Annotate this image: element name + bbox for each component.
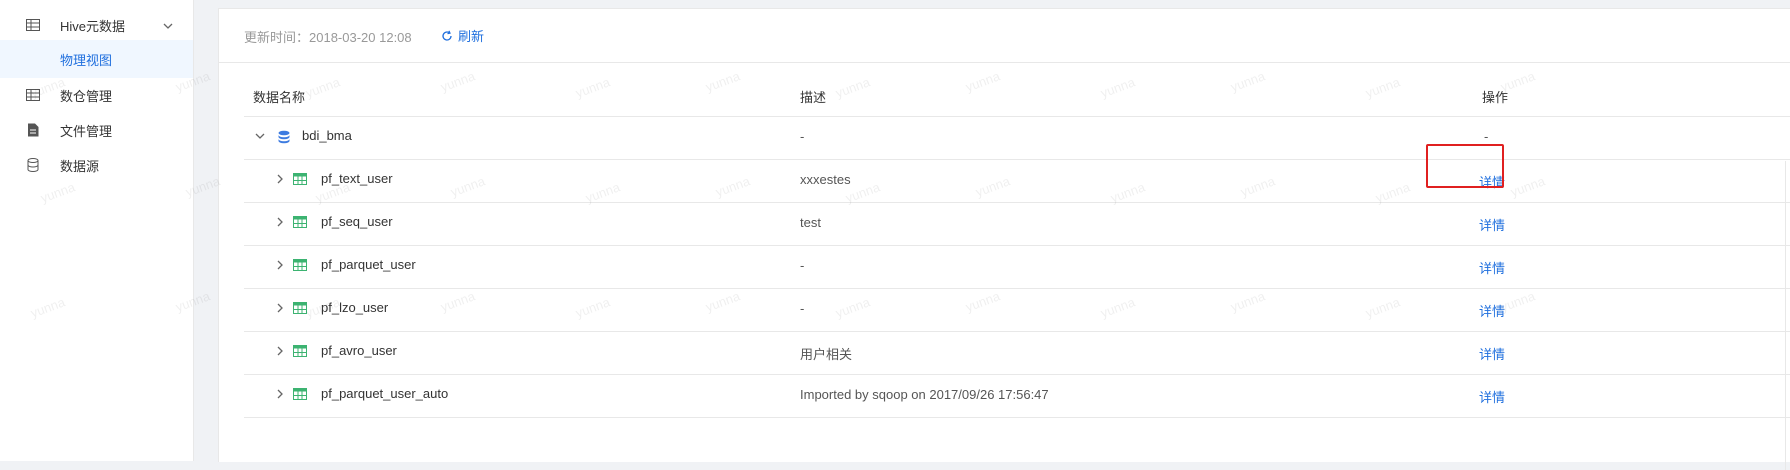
table-desc: test — [800, 215, 821, 230]
table-icon — [293, 216, 307, 230]
table-row-database: bdi_bma - - — [244, 116, 1790, 160]
table-desc: Imported by sqoop on 2017/09/26 17:56:47 — [800, 387, 1049, 402]
refresh-label: 刷新 — [458, 29, 485, 44]
chevron-down-icon — [163, 19, 173, 34]
table-row: pf_parquet_user - 详情 — [244, 245, 1790, 289]
database-desc: - — [800, 129, 805, 144]
table-desc: - — [800, 258, 805, 273]
detail-link[interactable]: 详情 — [1479, 215, 1505, 234]
column-header-op: 操作 — [1482, 90, 1509, 105]
toolbar: 更新时间：2018-03-20 12:08 刷新 — [219, 9, 1790, 63]
menu-item-label: 文件管理 — [60, 123, 113, 139]
table-name[interactable]: pf_lzo_user — [321, 300, 388, 315]
chevron-right-icon[interactable] — [274, 259, 286, 271]
table-row: pf_seq_user test 详情 — [244, 202, 1790, 246]
table-row: pf_parquet_user_auto Imported by sqoop on… — [244, 374, 1790, 418]
menu-item-label: Hive元数据 — [60, 18, 126, 34]
menu-item-label: 物理视图 — [60, 52, 113, 68]
table-name[interactable]: pf_avro_user — [321, 343, 397, 358]
menu-item-label: 数仓管理 — [60, 88, 113, 104]
chevron-right-icon[interactable] — [274, 302, 286, 314]
detail-link[interactable]: 详情 — [1479, 344, 1505, 363]
table-desc: - — [800, 301, 805, 316]
database-name: bdi_bma — [302, 128, 352, 143]
database-op: - — [1484, 129, 1489, 144]
menu-item-warehouse[interactable]: 数仓管理 — [0, 76, 193, 114]
chevron-right-icon[interactable] — [274, 173, 286, 185]
menu-item-hive-metadata[interactable]: Hive元数据 — [0, 6, 193, 44]
menu-item-files[interactable]: 文件管理 — [0, 111, 193, 149]
table-icon — [293, 388, 307, 402]
table-header: 数据名称 描述 操作 — [244, 73, 1790, 117]
update-time: 更新时间：2018-03-20 12:08 — [244, 30, 412, 45]
table-row: pf_avro_user 用户相关 详情 — [244, 331, 1790, 375]
table-desc: 用户相关 — [800, 347, 853, 362]
detail-link[interactable]: 详情 — [1479, 172, 1505, 191]
table-icon — [26, 18, 40, 32]
refresh-button[interactable]: 刷新 — [441, 26, 484, 45]
database-icon — [277, 130, 291, 144]
detail-link[interactable]: 详情 — [1479, 301, 1505, 320]
menu-item-datasource[interactable]: 数据源 — [0, 146, 193, 184]
table-icon — [293, 345, 307, 359]
table-row: pf_text_user xxxestes 详情 — [244, 159, 1790, 203]
chevron-right-icon[interactable] — [274, 345, 286, 357]
table-desc: xxxestes — [800, 172, 851, 187]
sidebar: Hive元数据 物理视图 数仓管理 文件管理 数据源 — [0, 0, 194, 461]
menu-item-label: 数据源 — [60, 158, 100, 174]
chevron-right-icon[interactable] — [274, 216, 286, 228]
table-name[interactable]: pf_seq_user — [321, 214, 393, 229]
scrollbar-track[interactable] — [1785, 161, 1786, 470]
file-icon — [26, 123, 40, 137]
database-icon — [26, 158, 40, 172]
detail-link[interactable]: 详情 — [1479, 258, 1505, 277]
chevron-right-icon[interactable] — [274, 388, 286, 400]
column-header-name: 数据名称 — [253, 90, 306, 105]
menu-item-physical-view[interactable]: 物理视图 — [0, 40, 193, 78]
table-icon — [293, 173, 307, 187]
main-panel: 更新时间：2018-03-20 12:08 刷新 数据名称 描述 操作 bdi_… — [218, 8, 1790, 470]
table-name[interactable]: pf_text_user — [321, 171, 393, 186]
table-icon — [293, 259, 307, 273]
detail-link[interactable]: 详情 — [1479, 387, 1505, 406]
table-icon — [26, 88, 40, 102]
table-icon — [293, 302, 307, 316]
refresh-icon — [442, 30, 452, 41]
table-name[interactable]: pf_parquet_user_auto — [321, 386, 448, 401]
chevron-down-icon[interactable] — [254, 130, 266, 142]
table-name[interactable]: pf_parquet_user — [321, 257, 416, 272]
table-row: pf_lzo_user - 详情 — [244, 288, 1790, 332]
column-header-desc: 描述 — [800, 90, 827, 105]
